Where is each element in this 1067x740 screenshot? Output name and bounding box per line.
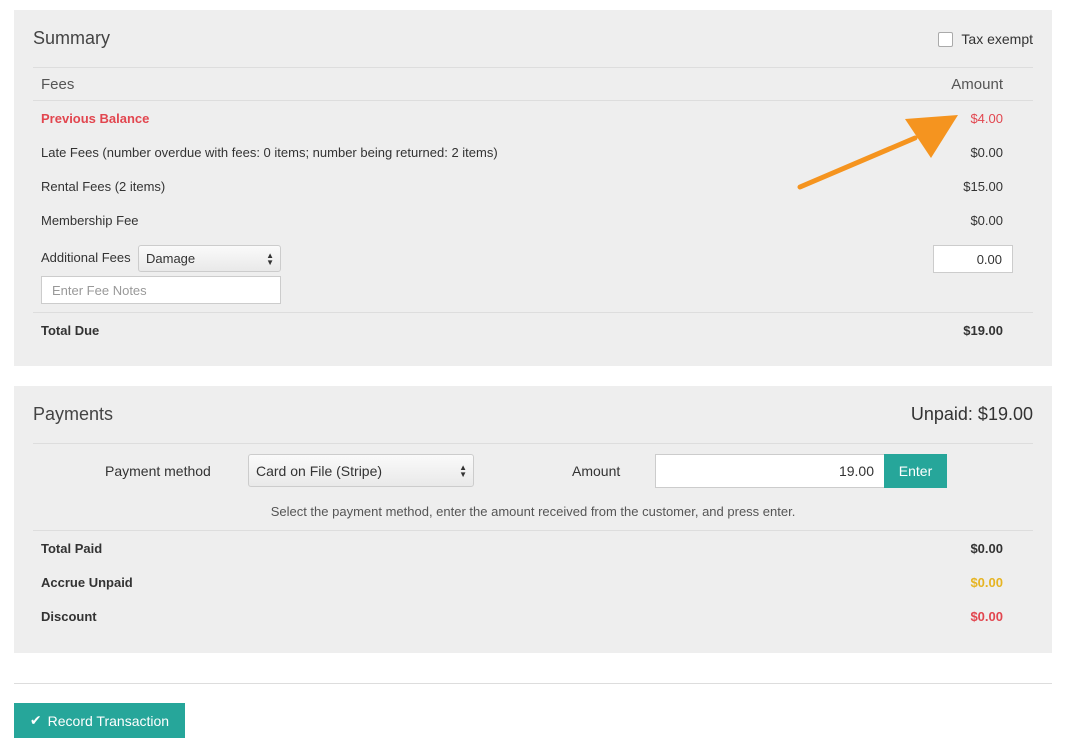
divider bbox=[33, 530, 1033, 531]
payments-title: Payments bbox=[33, 404, 114, 424]
divider bbox=[33, 67, 1033, 68]
divider bbox=[33, 100, 1033, 101]
fee-notes-input[interactable]: Enter Fee Notes bbox=[41, 276, 281, 304]
unpaid-total: Unpaid: $19.00 bbox=[910, 404, 1033, 424]
divider bbox=[33, 312, 1033, 313]
fee-notes-placeholder: Enter Fee Notes bbox=[52, 282, 147, 298]
total-due-label: Total Due bbox=[41, 323, 100, 338]
payments-panel: Payments Unpaid: $19.00 Payment method C… bbox=[14, 386, 1052, 653]
accrue-unpaid-amount: $0.00 bbox=[970, 575, 1003, 590]
payment-amount-label: Amount bbox=[572, 463, 621, 479]
membership-fee-amount: $0.00 bbox=[970, 213, 1003, 228]
late-fees-label: Late Fees (number overdue with fees: 0 i… bbox=[41, 145, 498, 160]
late-fees-amount: $0.00 bbox=[970, 145, 1003, 160]
divider bbox=[33, 443, 1033, 444]
additional-fees-label: Additional Fees bbox=[41, 250, 131, 265]
tax-exempt-label: Tax exempt bbox=[961, 31, 1033, 47]
summary-title: Summary bbox=[33, 28, 111, 48]
sort-arrows-icon: ▲ ▼ bbox=[459, 462, 467, 479]
discount-label: Discount bbox=[41, 609, 97, 624]
total-paid-label: Total Paid bbox=[41, 541, 103, 556]
rental-fees-label: Rental Fees (2 items) bbox=[41, 179, 166, 194]
previous-balance-amount: $4.00 bbox=[970, 111, 1003, 126]
tax-exempt-checkbox[interactable] bbox=[938, 31, 954, 47]
checkmark-icon: ✔ bbox=[29, 712, 42, 728]
discount-amount: $0.00 bbox=[970, 609, 1003, 624]
additional-fees-type-value: Damage bbox=[146, 251, 196, 266]
additional-fees-type-select[interactable]: Damage ▲ ▼ bbox=[138, 245, 281, 272]
enter-payment-button[interactable]: Enter bbox=[884, 454, 947, 488]
fees-header: Fees bbox=[41, 76, 75, 93]
total-due-amount: $19.00 bbox=[963, 323, 1003, 338]
record-transaction-label: Record Transaction bbox=[47, 712, 170, 729]
sort-arrows-icon: ▲ ▼ bbox=[266, 250, 274, 267]
payment-method-value: Card on File (Stripe) bbox=[256, 462, 383, 479]
total-paid-amount: $0.00 bbox=[970, 541, 1003, 556]
additional-fees-amount-input[interactable]: 0.00 bbox=[933, 245, 1013, 273]
tax-exempt-toggle[interactable]: Tax exempt bbox=[938, 31, 1033, 47]
payment-method-select[interactable]: Card on File (Stripe) ▲ ▼ bbox=[248, 454, 474, 487]
additional-fees-amount-value: 0.00 bbox=[976, 251, 1002, 267]
record-transaction-button[interactable]: ✔ Record Transaction bbox=[14, 703, 185, 738]
payment-hint: Select the payment method, enter the amo… bbox=[270, 504, 796, 519]
previous-balance-label: Previous Balance bbox=[41, 111, 150, 126]
payment-amount-value: 19.00 bbox=[838, 463, 874, 479]
annotation-arrow-icon bbox=[797, 115, 958, 190]
payment-method-label: Payment method bbox=[105, 463, 211, 479]
amount-header: Amount bbox=[951, 76, 1003, 93]
payment-amount-input[interactable]: 19.00 bbox=[655, 454, 885, 488]
footer-divider bbox=[14, 683, 1052, 684]
accrue-unpaid-label: Accrue Unpaid bbox=[41, 575, 133, 590]
membership-fee-label: Membership Fee bbox=[41, 213, 139, 228]
rental-fees-amount: $15.00 bbox=[963, 179, 1003, 194]
